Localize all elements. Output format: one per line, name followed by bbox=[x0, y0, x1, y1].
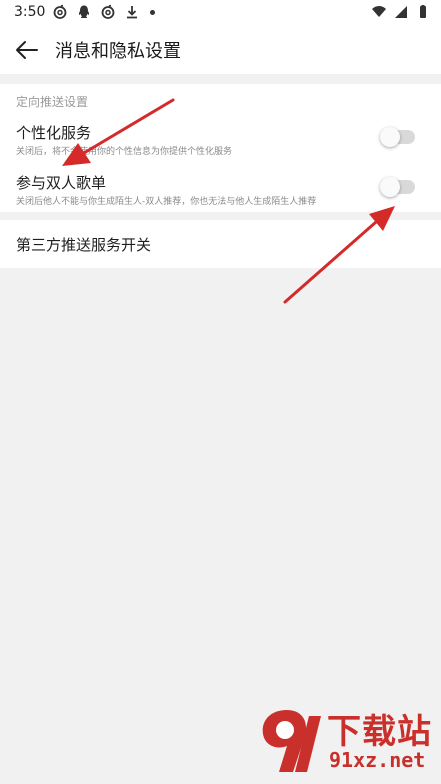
watermark-text-top: 下载站 bbox=[327, 712, 432, 752]
battery-icon bbox=[420, 5, 426, 18]
qq-icon bbox=[78, 5, 90, 18]
toggle-knob bbox=[380, 127, 400, 147]
status-notification-icons bbox=[52, 4, 155, 20]
section-title: 定向推送设置 bbox=[16, 95, 89, 109]
personalized-service-title: 个性化服务 bbox=[16, 124, 92, 142]
netease-music-icon bbox=[53, 4, 67, 19]
toggle-knob bbox=[380, 177, 400, 197]
netease-music-icon bbox=[101, 4, 115, 19]
third-party-push-label: 第三方推送服务开关 bbox=[16, 236, 152, 254]
targeted-push-section: 定向推送设置 个性化服务 关闭后，将不会使用你的个性信息为你提供个性化服务 参与… bbox=[0, 84, 441, 212]
personalized-service-row[interactable]: 个性化服务 关闭后，将不会使用你的个性信息为你提供个性化服务 bbox=[0, 118, 441, 162]
watermark-text-bottom: 91xz.net bbox=[329, 748, 426, 772]
dot-icon bbox=[150, 9, 155, 15]
watermark-logo-icon bbox=[262, 710, 321, 772]
arrow-left-icon bbox=[16, 41, 38, 59]
duo-playlist-title: 参与双人歌单 bbox=[16, 174, 107, 192]
third-party-push-switch-item[interactable]: 第三方推送服务开关 bbox=[0, 220, 441, 268]
page-title: 消息和隐私设置 bbox=[55, 41, 181, 62]
back-button[interactable] bbox=[12, 36, 42, 64]
personalized-service-description: 关闭后，将不会使用你的个性信息为你提供个性化服务 bbox=[16, 147, 233, 157]
app-header: 消息和隐私设置 bbox=[0, 26, 441, 74]
status-system-icons bbox=[371, 4, 431, 20]
personalized-service-toggle[interactable] bbox=[380, 127, 415, 147]
status-bar: 3:50 bbox=[0, 0, 441, 26]
wifi-icon bbox=[372, 6, 386, 17]
duo-playlist-row[interactable]: 参与双人歌单 关闭后他人不能与你生成陌生人-双人推荐，你也无法与他人生成陌生人推… bbox=[0, 168, 441, 212]
download-icon bbox=[127, 6, 137, 19]
duo-playlist-description: 关闭后他人不能与你生成陌生人-双人推荐，你也无法与他人生成陌生人推荐 bbox=[16, 197, 317, 207]
duo-playlist-toggle[interactable] bbox=[380, 177, 415, 197]
status-time: 3:50 bbox=[14, 4, 46, 20]
signal-icon bbox=[395, 6, 407, 18]
watermark: 下载站 91xz.net bbox=[257, 704, 437, 780]
